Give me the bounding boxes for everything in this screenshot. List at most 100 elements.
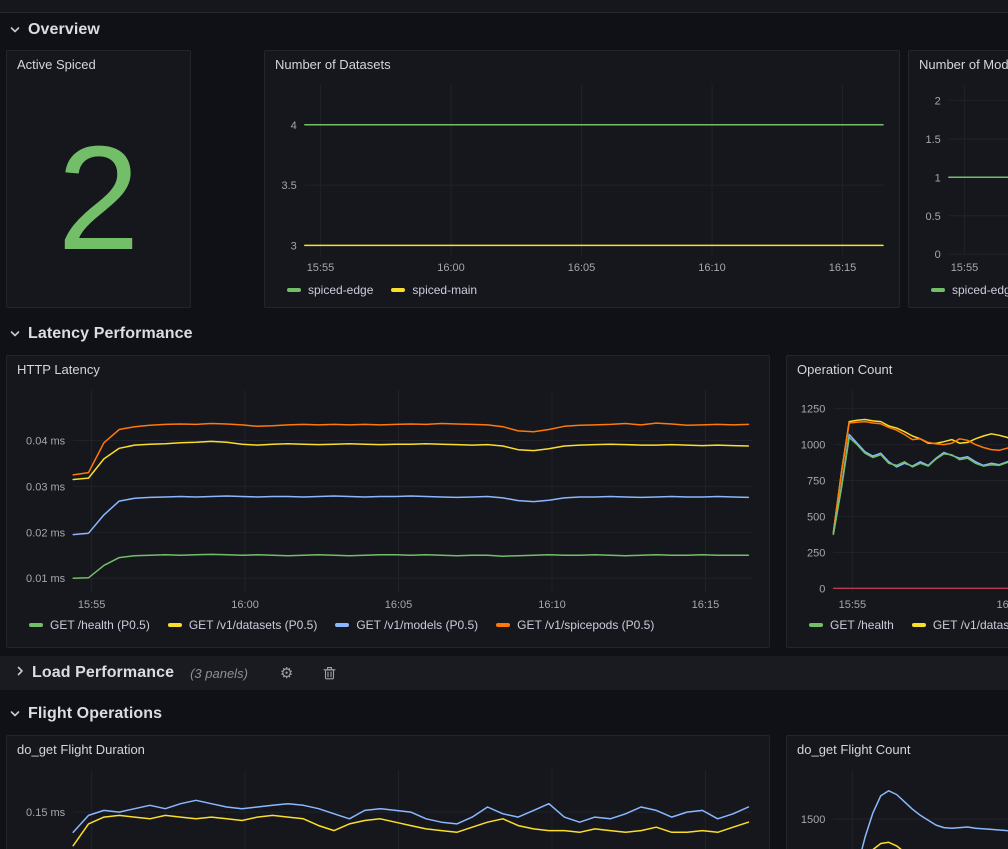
svg-text:1: 1 xyxy=(935,172,941,184)
legend-item[interactable]: GET /health xyxy=(809,618,894,632)
legend-label: spiced-edge xyxy=(308,283,373,297)
svg-text:1500: 1500 xyxy=(801,814,825,826)
svg-text:0.04 ms: 0.04 ms xyxy=(26,436,66,448)
trash-icon[interactable] xyxy=(311,666,348,680)
panel-number-of-datasets: Number of Datasets 15:5516:0016:0516:101… xyxy=(264,50,900,308)
svg-text:15:55: 15:55 xyxy=(839,599,867,611)
panel-http-latency: HTTP Latency 15:55 16:00 16:05 16:10 16:15 0.… xyxy=(6,355,770,648)
svg-text:1000: 1000 xyxy=(801,440,825,452)
svg-text:2: 2 xyxy=(935,95,941,107)
legend-item[interactable]: GET /v1/models (P0.5) xyxy=(335,618,478,632)
chart-legend: spiced-edge xyxy=(917,283,1008,297)
panel-title[interactable]: do_get Flight Duration xyxy=(7,736,769,762)
svg-text:16:10: 16:10 xyxy=(698,262,726,274)
svg-text:3.5: 3.5 xyxy=(282,180,297,192)
svg-text:750: 750 xyxy=(807,476,825,488)
panel-do-get-flight-duration: do_get Flight Duration 15:5516:0016:0516… xyxy=(6,735,770,849)
legend-swatch xyxy=(287,288,301,292)
panel-active-spiced: Active Spiced 2 xyxy=(6,50,191,308)
time-series-chart[interactable]: 15:55 16:00 16:05 16:10 16:15 3 3.5 4 xyxy=(273,77,891,277)
legend-label: spiced-edge xyxy=(952,283,1008,297)
legend-item[interactable]: GET /health (P0.5) xyxy=(29,618,150,632)
svg-text:16:05: 16:05 xyxy=(568,262,596,274)
legend-label: GET /v1/models (P0.5) xyxy=(356,618,478,632)
legend-swatch xyxy=(912,623,926,627)
time-series-chart[interactable]: 15:5516:0016:0516:1016:150.15 ms xyxy=(15,762,761,849)
chevron-right-icon xyxy=(14,664,26,682)
svg-text:1.5: 1.5 xyxy=(926,134,941,146)
svg-text:0.15 ms: 0.15 ms xyxy=(26,807,66,819)
chevron-down-icon xyxy=(8,327,22,341)
legend-label: spiced-main xyxy=(412,283,477,297)
svg-text:0.01 ms: 0.01 ms xyxy=(26,573,66,585)
legend-swatch xyxy=(168,623,182,627)
svg-text:16:05: 16:05 xyxy=(385,599,413,611)
svg-text:16:00: 16:00 xyxy=(437,262,465,274)
legend-swatch xyxy=(335,623,349,627)
time-series-chart[interactable]: 15:5516:0016:0516:1016:1500.511.52 xyxy=(917,77,1008,277)
svg-text:3: 3 xyxy=(291,240,297,252)
svg-text:16:00: 16:00 xyxy=(997,599,1008,611)
section-title: Overview xyxy=(28,21,100,39)
svg-text:0: 0 xyxy=(935,249,941,261)
legend-label: GET /v1/datasets xyxy=(933,618,1008,632)
panel-title[interactable]: Number of Models xyxy=(909,51,1008,77)
svg-text:500: 500 xyxy=(807,511,825,523)
svg-text:0.03 ms: 0.03 ms xyxy=(26,481,66,493)
panel-operation-count: Operation Count 15:5516:0016:0516:1016:1… xyxy=(786,355,1008,648)
legend-item[interactable]: GET /v1/datasets xyxy=(912,618,1008,632)
chart-legend: spiced-edge spiced-main xyxy=(273,283,891,297)
panel-number-of-models: Number of Models 15:5516:0016:0516:1016:… xyxy=(908,50,1008,308)
svg-text:0.02 ms: 0.02 ms xyxy=(26,527,66,539)
legend-swatch xyxy=(931,288,945,292)
legend-label: GET /v1/spicepods (P0.5) xyxy=(517,618,654,632)
section-header-load-performance[interactable]: Load Performance (3 panels) ⚙ xyxy=(0,656,1008,690)
legend-item[interactable]: spiced-main xyxy=(391,283,477,297)
section-header-latency-performance[interactable]: Latency Performance xyxy=(8,322,193,346)
legend-item[interactable]: GET /v1/datasets (P0.5) xyxy=(168,618,318,632)
svg-text:16:10: 16:10 xyxy=(538,599,566,611)
legend-label: GET /health xyxy=(830,618,894,632)
svg-text:1250: 1250 xyxy=(801,404,825,416)
svg-text:16:15: 16:15 xyxy=(829,262,857,274)
time-series-chart[interactable]: 15:5516:0016:0516:1016:15025050075010001… xyxy=(795,382,1008,614)
stat-value: 2 xyxy=(7,91,190,307)
section-title: Load Performance xyxy=(32,664,174,682)
panel-title[interactable]: Active Spiced xyxy=(7,51,190,77)
panel-title[interactable]: Operation Count xyxy=(787,356,1008,382)
legend-item[interactable]: GET /v1/spicepods (P0.5) xyxy=(496,618,654,632)
legend-swatch xyxy=(809,623,823,627)
time-series-chart[interactable]: 15:5516:0016:0516:1016:151500 xyxy=(795,762,1008,849)
top-toolbar-edge xyxy=(0,0,1008,13)
svg-text:15:55: 15:55 xyxy=(951,262,979,274)
legend-label: GET /health (P0.5) xyxy=(50,618,150,632)
chart-legend: GET /health (P0.5) GET /v1/datasets (P0.5… xyxy=(15,618,761,632)
chevron-down-icon xyxy=(8,707,22,721)
section-title: Flight Operations xyxy=(28,705,162,723)
svg-text:0.5: 0.5 xyxy=(926,211,941,223)
time-series-chart[interactable]: 15:55 16:00 16:05 16:10 16:15 0.01 ms 0.02 ms 0… xyxy=(15,382,761,614)
section-header-flight-operations[interactable]: Flight Operations xyxy=(8,702,162,726)
gear-icon[interactable]: ⚙ xyxy=(268,666,305,681)
legend-item[interactable]: spiced-edge xyxy=(931,283,1008,297)
svg-text:16:00: 16:00 xyxy=(231,599,259,611)
section-header-overview[interactable]: Overview xyxy=(8,18,100,42)
chevron-down-icon xyxy=(8,23,22,37)
panel-title[interactable]: Number of Datasets xyxy=(265,51,899,77)
panel-title[interactable]: HTTP Latency xyxy=(7,356,769,382)
section-title: Latency Performance xyxy=(28,325,193,343)
svg-text:0: 0 xyxy=(819,583,825,595)
legend-item[interactable]: spiced-edge xyxy=(287,283,373,297)
legend-swatch xyxy=(391,288,405,292)
svg-text:15:55: 15:55 xyxy=(78,599,106,611)
svg-text:15:55: 15:55 xyxy=(307,262,335,274)
chart-legend: GET /health GET /v1/datasets xyxy=(795,618,1008,632)
dashboard: Overview Active Spiced 2 Number of Datas… xyxy=(0,14,1008,849)
legend-label: GET /v1/datasets (P0.5) xyxy=(189,618,318,632)
panel-title[interactable]: do_get Flight Count xyxy=(787,736,1008,762)
legend-swatch xyxy=(496,623,510,627)
svg-text:4: 4 xyxy=(291,120,297,132)
panels-count: (3 panels) xyxy=(190,666,248,681)
svg-text:16:15: 16:15 xyxy=(692,599,720,611)
panel-do-get-flight-count: do_get Flight Count 15:5516:0016:0516:10… xyxy=(786,735,1008,849)
